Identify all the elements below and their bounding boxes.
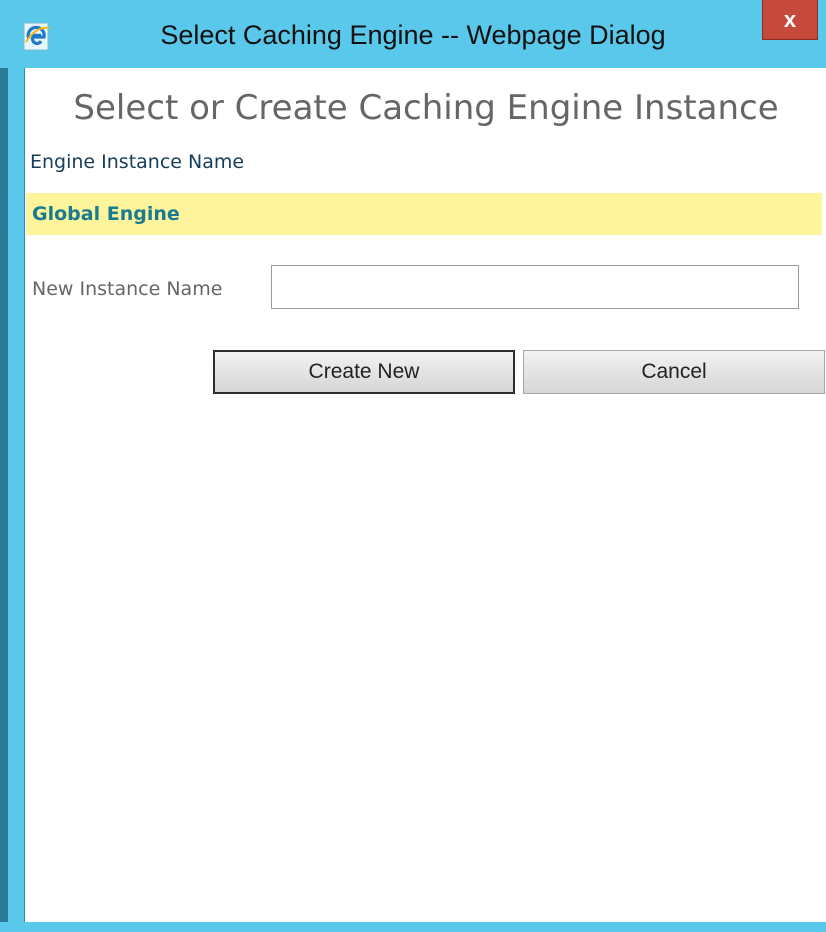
engine-instance-name-header: Engine Instance Name <box>30 151 245 173</box>
dialog-heading: Select or Create Caching Engine Instance <box>73 88 779 128</box>
close-icon: x <box>783 6 797 32</box>
dialog-content: Select or Create Caching Engine Instance… <box>24 68 826 922</box>
new-instance-name-label: New Instance Name <box>32 278 223 300</box>
engine-instance-label[interactable]: Global Engine <box>32 203 180 225</box>
window-left-border <box>0 68 8 932</box>
close-button[interactable]: x <box>762 0 818 40</box>
window-title: Select Caching Engine -- Webpage Dialog <box>160 20 666 50</box>
webpage-dialog-window: Select Caching Engine -- Webpage Dialog … <box>0 0 826 932</box>
title-bar[interactable]: Select Caching Engine -- Webpage Dialog … <box>0 0 826 68</box>
new-instance-name-input[interactable] <box>271 265 799 309</box>
window-bottom-border <box>0 922 826 932</box>
cancel-button[interactable]: Cancel <box>523 350 825 394</box>
create-new-button[interactable]: Create New <box>213 350 515 394</box>
engine-instance-row[interactable]: Global Engine <box>26 193 822 235</box>
